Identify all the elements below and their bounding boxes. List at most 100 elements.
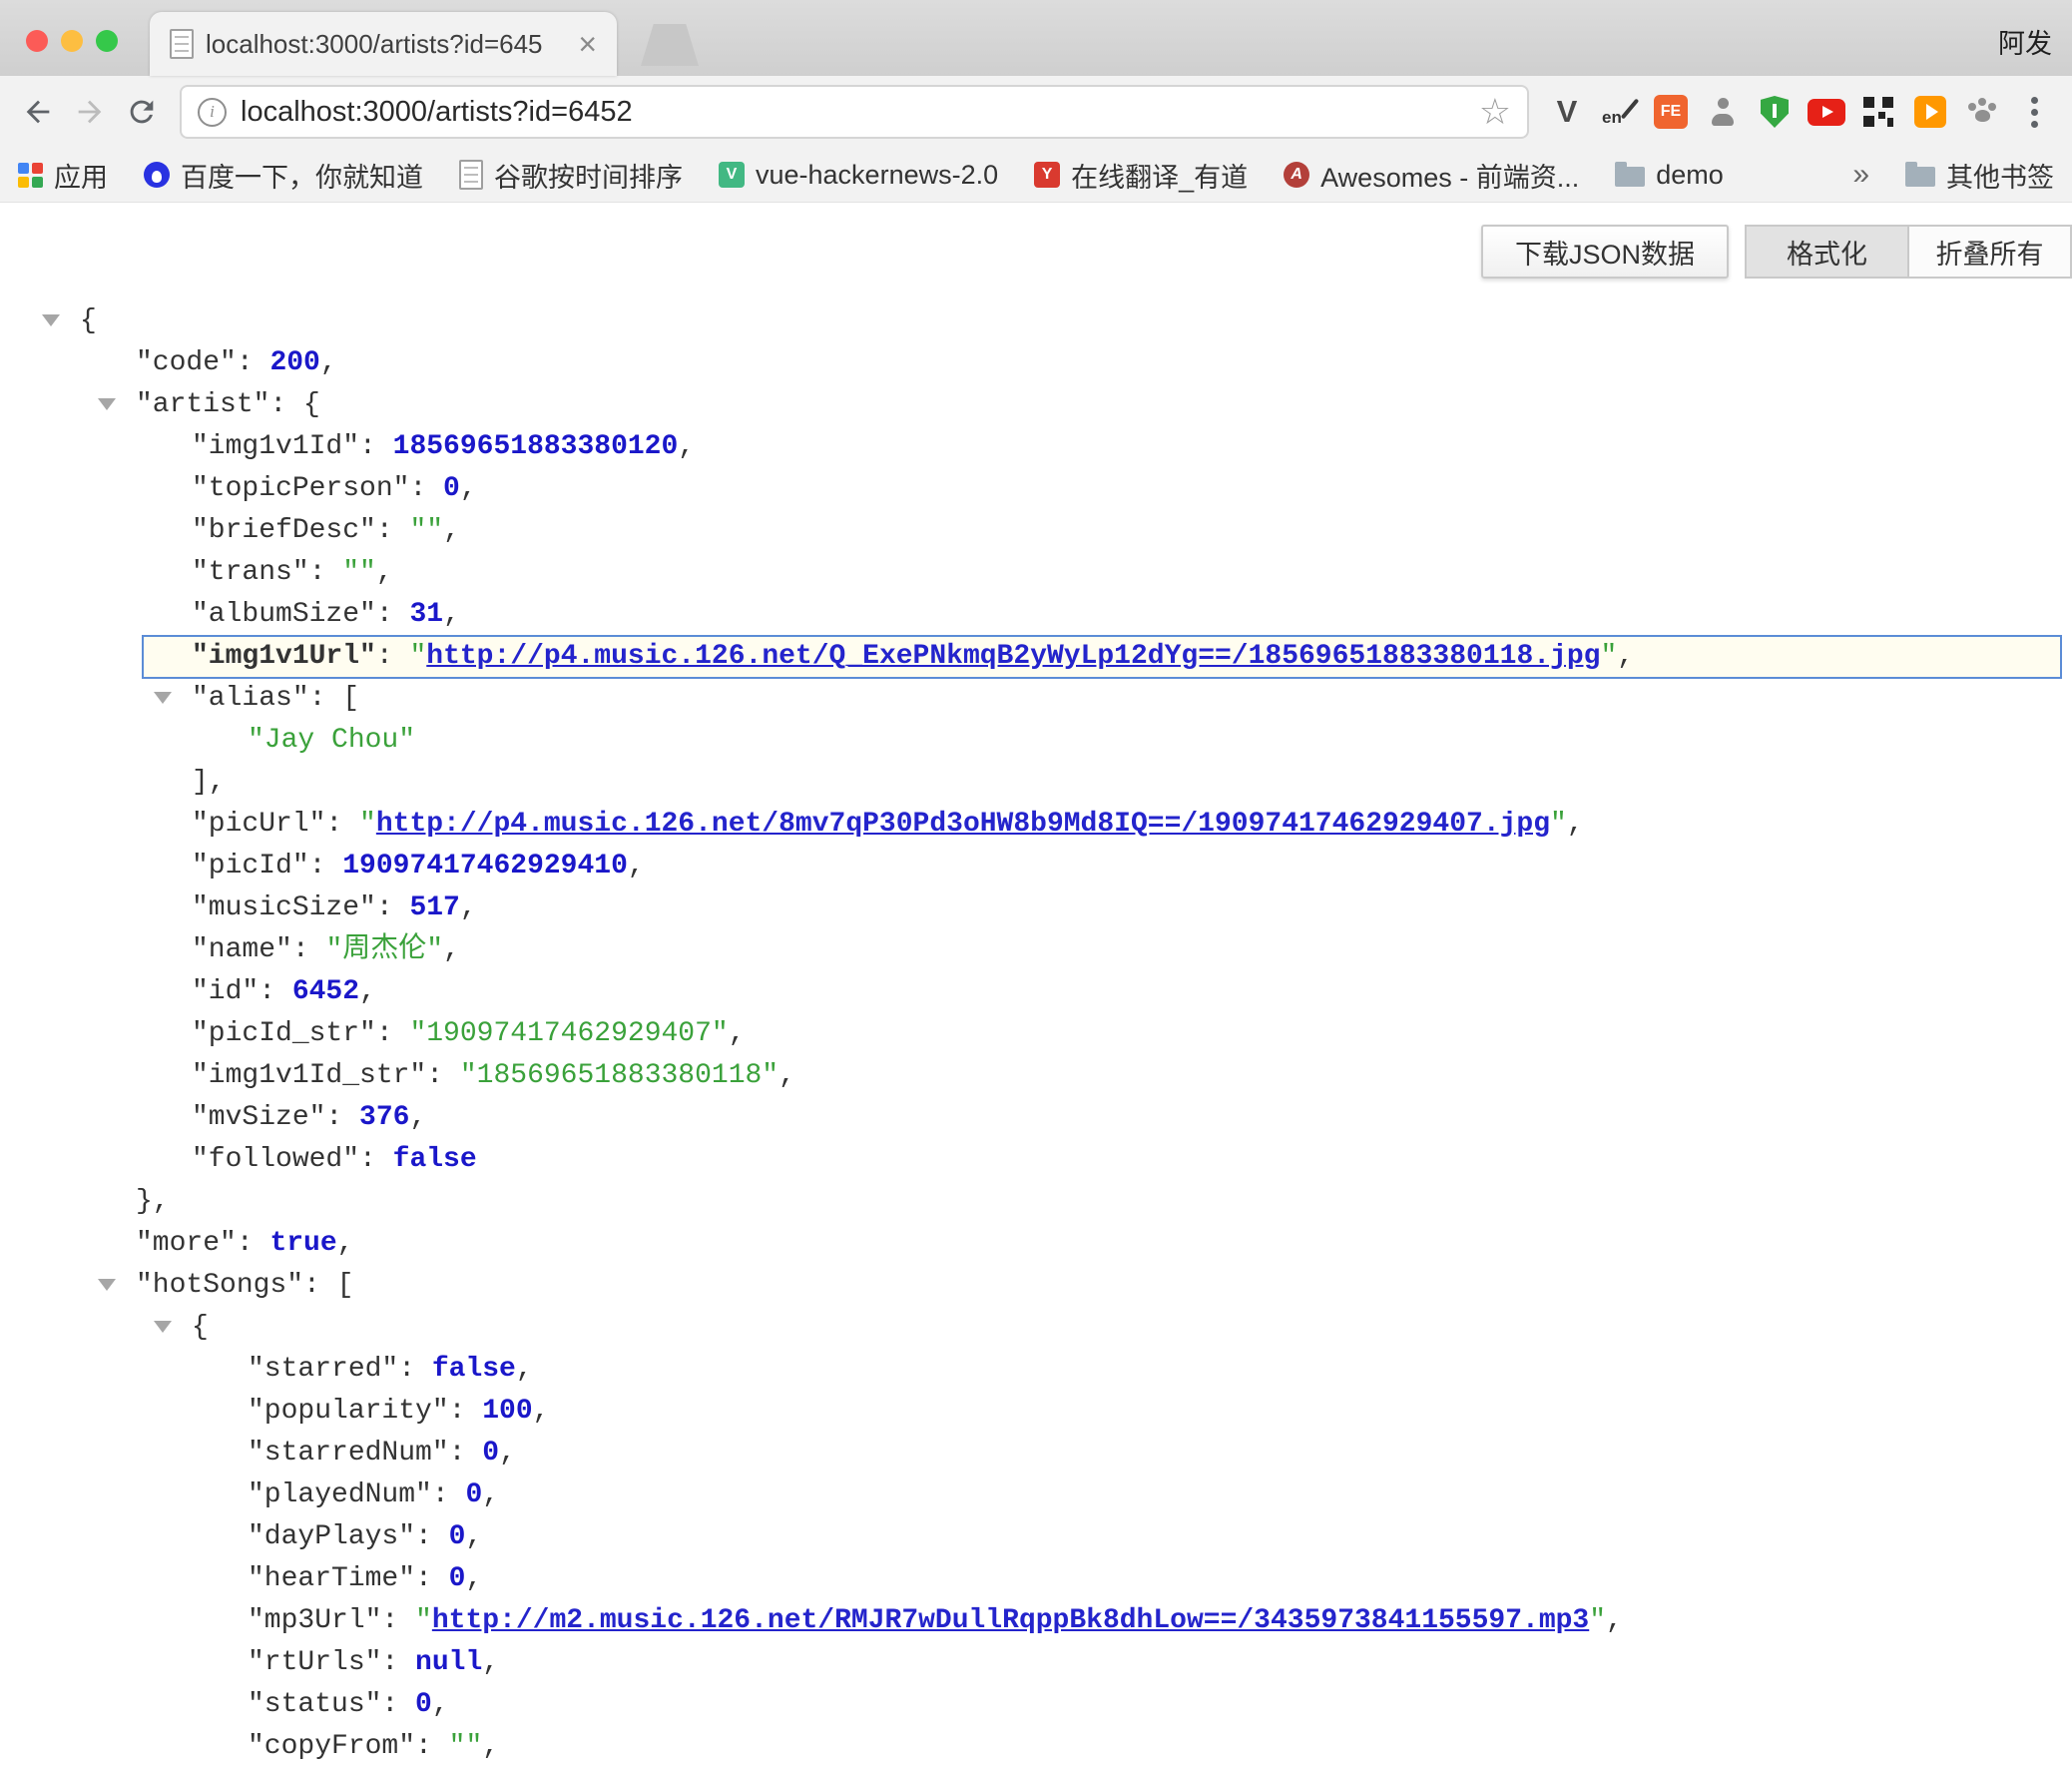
json-line: "mvSize": 376, (0, 1097, 2072, 1139)
json-line: }, (0, 1181, 2072, 1223)
json-token-p: : (432, 1479, 466, 1510)
bookmark-google-sort[interactable]: 谷歌按时间排序 (459, 156, 683, 195)
json-line: "starred": false, (0, 1349, 2072, 1391)
window-zoom-button[interactable] (96, 30, 118, 52)
json-token-n: 517 (409, 892, 459, 923)
json-token-k: "name" (192, 934, 292, 965)
bookmark-youdao-translate[interactable]: Y 在线翻译_有道 (1034, 156, 1248, 195)
bookmarks-overflow-chevron[interactable]: » (1852, 158, 1869, 192)
json-token-k: "picId" (192, 851, 309, 882)
bookmark-label: 在线翻译_有道 (1071, 156, 1248, 195)
json-token-b: false (393, 1144, 477, 1175)
collapse-triangle-icon[interactable] (154, 692, 172, 704)
shield-extension-icon[interactable] (1749, 86, 1801, 138)
json-token-k: "musicSize" (192, 892, 376, 923)
three-dot-menu-icon (2031, 109, 2038, 116)
refresh-icon (125, 95, 159, 129)
download-json-button[interactable]: 下载JSON数据 (1481, 225, 1729, 279)
window-minimize-button[interactable] (61, 30, 83, 52)
json-url-link[interactable]: http://p4.music.126.net/Q_ExePNkmqB2yWyL… (426, 641, 1600, 672)
refresh-button[interactable] (116, 86, 168, 138)
window-close-button[interactable] (26, 30, 48, 52)
back-button[interactable] (12, 86, 64, 138)
collapse-triangle-icon[interactable] (98, 398, 116, 410)
vue-favicon-icon: V (719, 162, 745, 188)
json-line: { (0, 300, 2072, 342)
json-url-link[interactable]: http://p4.music.126.net/8mv7qP30Pd3oHW8b… (376, 809, 1550, 840)
json-token-k: "starredNum" (248, 1438, 449, 1469)
json-token-p: , (359, 976, 376, 1007)
json-token-k: "hearTime" (248, 1563, 415, 1594)
address-bar[interactable]: i localhost:3000/artists?id=6452 ☆ (180, 85, 1529, 139)
collapse-triangle-icon[interactable] (42, 314, 60, 326)
json-token-p: , (482, 1479, 499, 1510)
json-token-p: , (778, 1060, 795, 1091)
collapse-all-button[interactable]: 折叠所有 (1907, 227, 2070, 277)
bookmark-baidu[interactable]: 百度一下，你就知道 (144, 156, 423, 195)
json-token-p: , (409, 1102, 426, 1133)
folder-icon (1905, 167, 1935, 187)
json-line: "img1v1Id_str": "18569651883380118", (0, 1055, 2072, 1097)
forward-button[interactable] (64, 86, 116, 138)
json-token-p: : (415, 1731, 449, 1762)
json-token-p: , (1606, 1605, 1623, 1636)
browser-tab[interactable]: localhost:3000/artists?id=645 × (150, 12, 617, 76)
bookmark-apps[interactable]: 应用 (18, 156, 108, 195)
json-line: "picId": 19097417462929410, (0, 846, 2072, 887)
json-url-link[interactable]: http://m2.music.126.net/RMJR7wDullRqppBk… (432, 1605, 1589, 1636)
json-line: "id": 6452, (0, 971, 2072, 1013)
json-token-p: : (325, 809, 359, 840)
tab-close-icon[interactable]: × (578, 28, 597, 60)
fe-extension-icon[interactable]: FE (1645, 86, 1697, 138)
other-bookmarks[interactable]: 其他书签 (1905, 156, 2054, 195)
json-token-p: , (678, 431, 695, 462)
translate-pen-extension-icon[interactable]: en (1593, 86, 1645, 138)
baidu-favicon-icon (144, 162, 170, 188)
collapse-triangle-icon[interactable] (154, 1321, 172, 1333)
profile-person-extension-icon[interactable] (1697, 86, 1749, 138)
player-extension-icon[interactable] (1904, 86, 1956, 138)
profile-name[interactable]: 阿发 (1998, 22, 2052, 61)
tab-title: localhost:3000/artists?id=645 (206, 29, 568, 60)
bookmark-vue-hackernews[interactable]: V vue-hackernews-2.0 (719, 160, 998, 191)
youdao-favicon-icon: Y (1034, 162, 1060, 188)
json-token-p: : (415, 1521, 449, 1552)
json-token-k: "topicPerson" (192, 473, 409, 504)
new-tab-button[interactable] (641, 24, 699, 66)
tab-strip: localhost:3000/artists?id=645 × 阿发 (0, 0, 2072, 76)
json-token-p: : (449, 1396, 483, 1427)
json-line: "picUrl": "http://p4.music.126.net/8mv7q… (0, 804, 2072, 846)
format-button[interactable]: 格式化 (1747, 227, 1907, 277)
json-token-s: "" (409, 515, 443, 546)
json-token-k: "artist" (136, 389, 269, 420)
json-line: "playedNum": 0, (0, 1474, 2072, 1516)
json-token-s: "18569651883380118" (460, 1060, 778, 1091)
collapse-triangle-icon[interactable] (98, 1279, 116, 1291)
json-line: "picId_str": "19097417462929407", (0, 1013, 2072, 1055)
qr-code-extension-icon[interactable] (1852, 86, 1904, 138)
bookmark-demo-folder[interactable]: demo (1615, 160, 1724, 191)
json-token-s: " (359, 809, 376, 840)
paw-extension-icon[interactable] (1956, 86, 2008, 138)
json-line: "alias": [ (0, 678, 2072, 720)
json-token-k: "copyFrom" (248, 1731, 415, 1762)
bookmark-awesomes[interactable]: A Awesomes - 前端资... (1284, 156, 1579, 195)
json-line: "topicPerson": 0, (0, 468, 2072, 510)
view-mode-toggle: 格式化 折叠所有 (1745, 225, 2072, 279)
json-token-p: , (337, 1228, 354, 1259)
json-token-p: ], (192, 767, 226, 798)
json-token-n: 6452 (292, 976, 359, 1007)
json-token-p: : (309, 851, 343, 882)
json-token-p: : (376, 599, 410, 630)
v-extension-icon[interactable]: V (1541, 86, 1593, 138)
youtube-extension-icon[interactable] (1801, 86, 1852, 138)
json-line: "more": true, (0, 1223, 2072, 1265)
json-token-b: false (432, 1354, 516, 1385)
json-line: { (0, 1307, 2072, 1349)
browser-menu-button[interactable] (2008, 86, 2060, 138)
json-token-p: : (376, 641, 410, 672)
json-token-k: "mp3Url" (248, 1605, 381, 1636)
page-info-icon[interactable]: i (198, 98, 227, 127)
json-token-p: , (628, 851, 645, 882)
bookmark-star-icon[interactable]: ☆ (1479, 94, 1511, 130)
